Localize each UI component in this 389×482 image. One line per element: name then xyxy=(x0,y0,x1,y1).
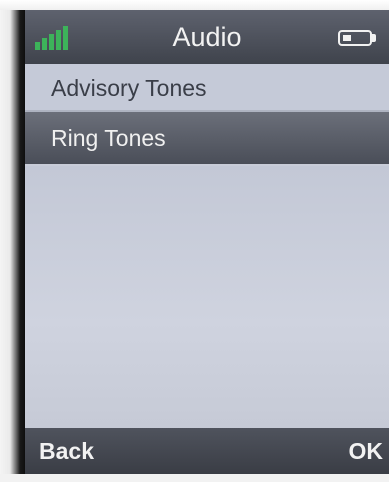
status-bar: Audio xyxy=(25,10,389,64)
battery-icon xyxy=(338,30,372,46)
battery-tip-icon xyxy=(372,34,376,42)
back-softkey[interactable]: Back xyxy=(39,428,94,474)
device-bezel-left xyxy=(0,0,25,482)
menu-item-ring-tones[interactable]: Ring Tones xyxy=(25,112,389,164)
menu-item-advisory-tones[interactable]: Advisory Tones xyxy=(25,64,389,112)
device-bezel-bottom xyxy=(0,474,389,482)
ok-softkey[interactable]: OK xyxy=(349,428,384,474)
screen-title: Audio xyxy=(172,22,242,52)
phone-screen: Audio Advisory Tones Ring Tones Back OK xyxy=(25,10,389,474)
audio-menu: Advisory Tones Ring Tones xyxy=(25,64,389,164)
menu-item-label: Ring Tones xyxy=(51,125,166,151)
menu-item-label: Advisory Tones xyxy=(51,75,207,101)
device-bezel-top xyxy=(0,0,389,10)
empty-list-area xyxy=(25,166,389,428)
signal-strength-icon xyxy=(35,26,75,50)
softkey-bar: Back OK xyxy=(25,428,389,474)
